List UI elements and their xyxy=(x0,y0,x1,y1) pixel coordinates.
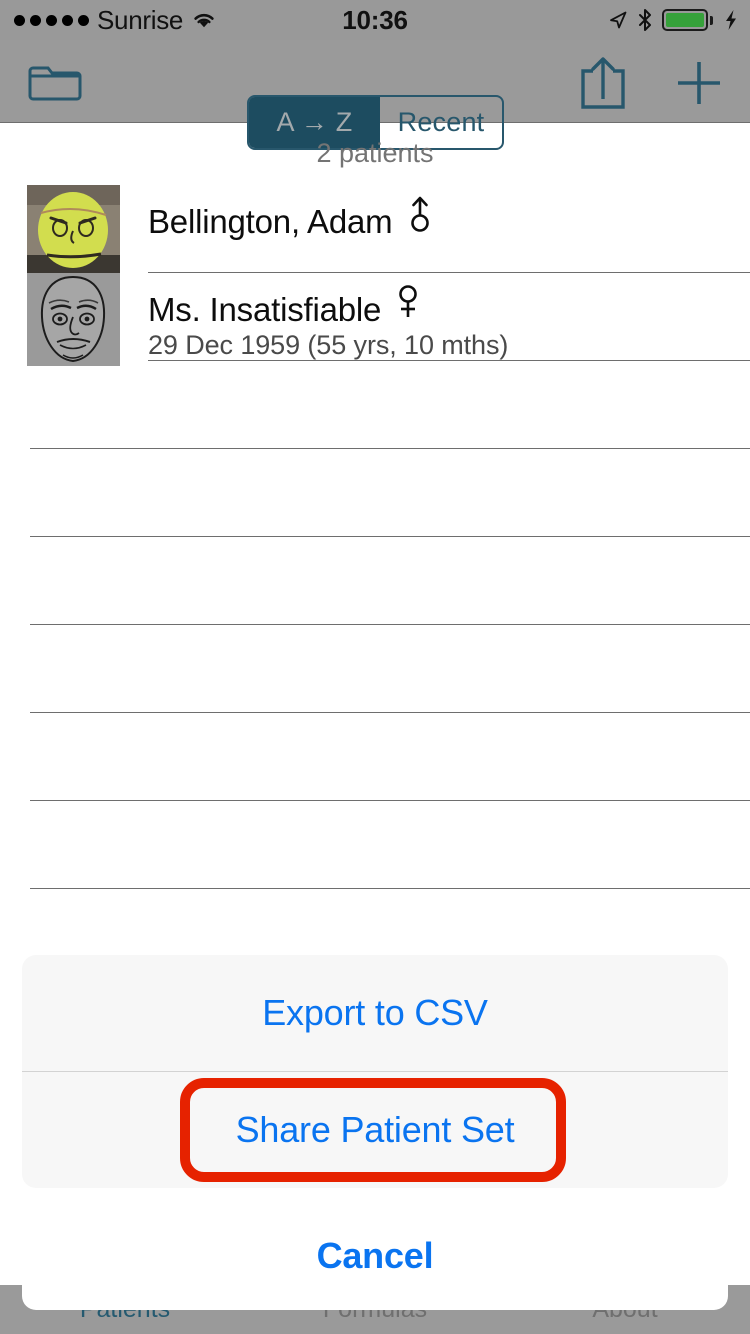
battery-nub xyxy=(710,15,713,25)
add-patient-button[interactable] xyxy=(668,58,730,108)
share-patient-set-button[interactable]: Share Patient Set xyxy=(22,1072,728,1188)
battery-body xyxy=(662,9,708,31)
battery-fill xyxy=(666,13,704,27)
share-upload-icon xyxy=(581,57,625,109)
export-to-csv-label: Export to CSV xyxy=(262,992,488,1033)
action-sheet-cancel-group: Cancel xyxy=(22,1202,728,1310)
folder-button[interactable] xyxy=(24,60,86,106)
patient-name: Ms. Insatisfiable xyxy=(148,291,382,328)
patient-count-label: 2 patients xyxy=(316,138,434,168)
empty-list-row xyxy=(0,537,750,625)
segment-recent-label: Recent xyxy=(397,107,485,137)
cancel-button[interactable]: Cancel xyxy=(22,1202,728,1310)
empty-list-row xyxy=(0,361,750,449)
avatar xyxy=(27,273,120,366)
phone-screen: Sunrise 10:36 A → Z Recent 2 patients Be… xyxy=(0,0,750,1334)
action-sheet-button-group: Export to CSV Share Patient Set xyxy=(22,955,728,1188)
list-item-content: Bellington, Adam xyxy=(148,185,750,273)
empty-list-row xyxy=(0,713,750,801)
plus-icon xyxy=(678,62,720,104)
empty-list-row xyxy=(0,801,750,889)
export-to-csv-button[interactable]: Export to CSV xyxy=(22,955,728,1071)
list-item-content: Ms. Insatisfiable 29 Dec 1959 (55 yrs, 1… xyxy=(148,273,750,361)
female-symbol-icon xyxy=(399,285,418,317)
bluetooth-icon xyxy=(639,9,651,31)
folder-icon xyxy=(28,66,82,101)
status-bar-right xyxy=(608,0,738,40)
navigation-toolbar: A → Z Recent xyxy=(0,40,750,150)
patient-name-row: Ms. Insatisfiable xyxy=(148,273,750,328)
patient-name: Bellington, Adam xyxy=(148,203,393,240)
action-sheet: Export to CSV Share Patient Set Cancel xyxy=(22,955,728,1310)
patient-list: Bellington, Adam Ms. Insatisfiable 29 De… xyxy=(0,185,750,889)
share-patient-set-label: Share Patient Set xyxy=(235,1109,515,1150)
list-item[interactable]: Ms. Insatisfiable 29 Dec 1959 (55 yrs, 1… xyxy=(0,273,750,366)
list-item[interactable]: Bellington, Adam xyxy=(0,185,750,278)
share-button[interactable] xyxy=(572,56,634,110)
location-arrow-icon xyxy=(610,11,627,29)
lightning-bolt-icon xyxy=(726,10,736,30)
patient-name-row: Bellington, Adam xyxy=(148,185,750,240)
battery-icon xyxy=(662,9,713,31)
status-bar: Sunrise 10:36 xyxy=(0,0,750,40)
patient-dob: 29 Dec 1959 (55 yrs, 10 mths) xyxy=(148,330,509,361)
sketched-face-drawing xyxy=(27,273,120,366)
tennis-ball-face-photo xyxy=(27,185,120,278)
cancel-label: Cancel xyxy=(316,1235,434,1276)
avatar xyxy=(27,185,120,278)
empty-list-row xyxy=(0,449,750,537)
male-symbol-icon xyxy=(411,196,430,232)
empty-list-row xyxy=(0,625,750,713)
clock-label: 10:36 xyxy=(342,4,408,35)
segment-a-to-z-label: A → Z xyxy=(276,107,353,137)
